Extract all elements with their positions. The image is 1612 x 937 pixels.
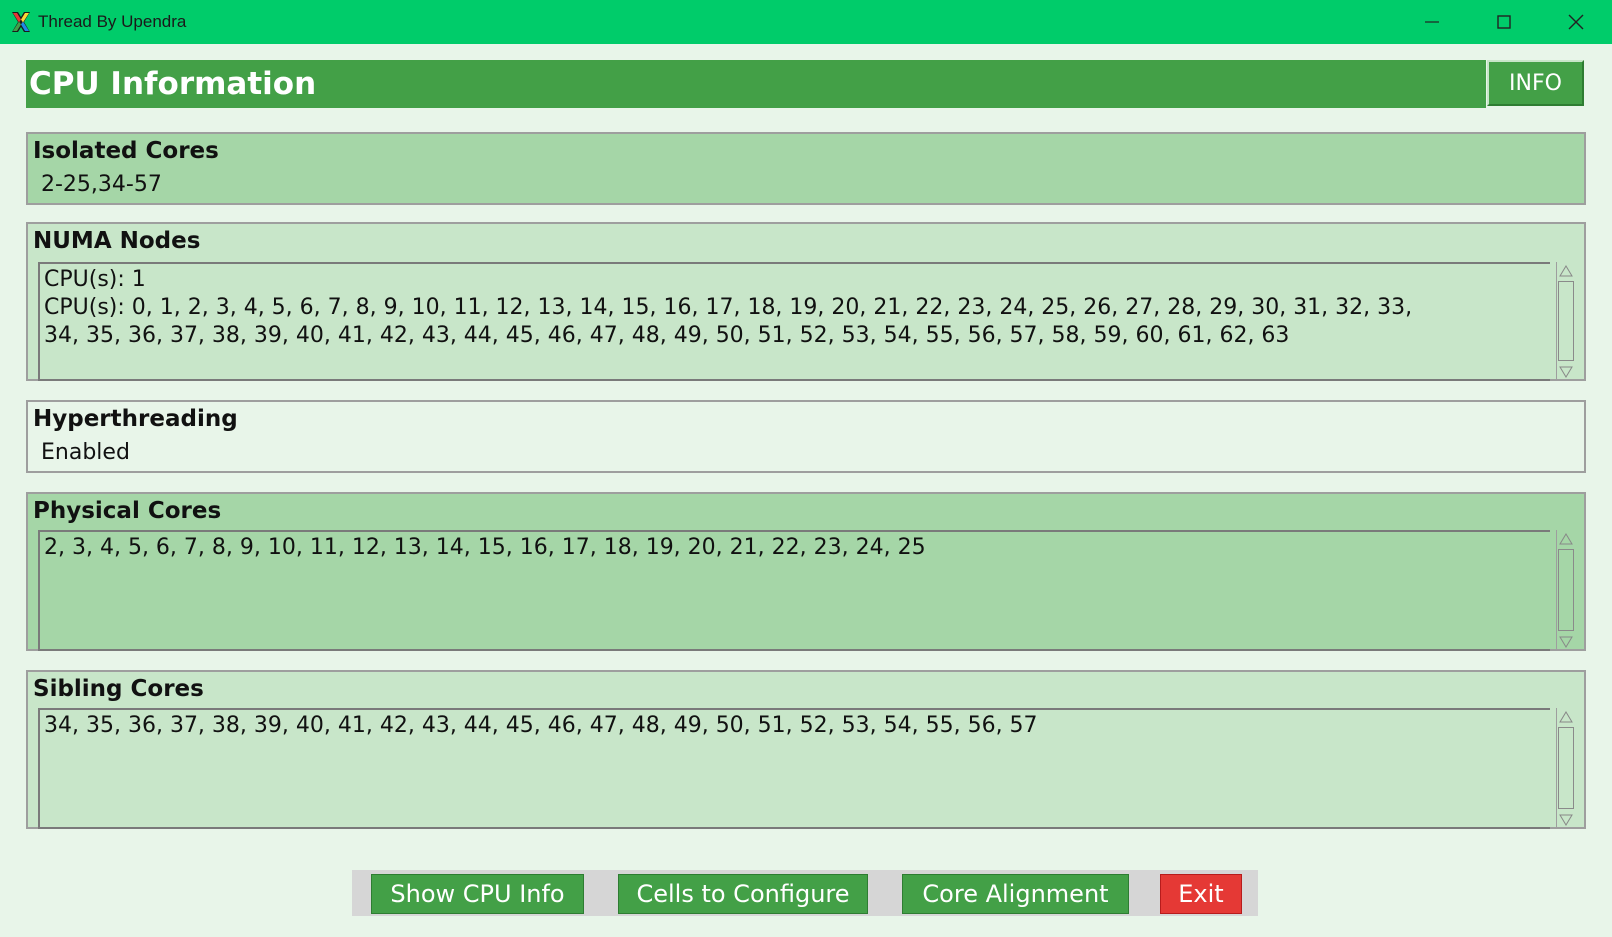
scroll-up-icon[interactable]	[1557, 708, 1575, 726]
scroll-down-icon[interactable]	[1557, 811, 1575, 829]
scroll-up-icon[interactable]	[1557, 262, 1575, 280]
physical-cores-scrollbar[interactable]	[1556, 530, 1574, 651]
isolated-cores-title: Isolated Cores	[33, 138, 219, 164]
scroll-down-icon[interactable]	[1557, 633, 1575, 651]
sibling-cores-scrollbar[interactable]	[1556, 708, 1574, 829]
sibling-cores-panel: Sibling Cores 34, 35, 36, 37, 38, 39, 40…	[26, 670, 1586, 829]
info-button[interactable]: INFO	[1487, 60, 1584, 106]
cells-to-configure-button[interactable]: Cells to Configure	[618, 874, 868, 914]
hyperthreading-value: Enabled	[41, 440, 130, 465]
minimize-icon[interactable]	[1396, 0, 1468, 44]
isolated-cores-value: 2-25,34-57	[41, 172, 162, 197]
x-app-icon	[8, 9, 34, 35]
window-content: CPU Information INFO Isolated Cores 2-25…	[0, 44, 1612, 937]
isolated-cores-panel: Isolated Cores 2-25,34-57	[26, 132, 1586, 205]
physical-cores-textbox[interactable]: 2, 3, 4, 5, 6, 7, 8, 9, 10, 11, 12, 13, …	[38, 530, 1550, 651]
numa-nodes-title: NUMA Nodes	[33, 228, 201, 254]
scroll-down-icon[interactable]	[1557, 363, 1575, 381]
page-title: CPU Information	[29, 66, 317, 102]
scroll-thumb[interactable]	[1558, 727, 1574, 809]
core-alignment-button[interactable]: Core Alignment	[902, 874, 1129, 914]
window-titlebar: Thread By Upendra	[0, 0, 1612, 44]
sibling-cores-title: Sibling Cores	[33, 676, 204, 702]
scroll-thumb[interactable]	[1558, 549, 1574, 631]
numa-nodes-scrollbar[interactable]	[1556, 262, 1574, 381]
scroll-up-icon[interactable]	[1557, 530, 1575, 548]
physical-cores-panel: Physical Cores 2, 3, 4, 5, 6, 7, 8, 9, 1…	[26, 492, 1586, 651]
window-controls	[1396, 0, 1612, 44]
show-cpu-info-button[interactable]: Show CPU Info	[371, 874, 584, 914]
header-bar: CPU Information	[26, 60, 1486, 108]
close-icon[interactable]	[1540, 0, 1612, 44]
exit-button[interactable]: Exit	[1160, 874, 1242, 914]
sibling-cores-textbox[interactable]: 34, 35, 36, 37, 38, 39, 40, 41, 42, 43, …	[38, 708, 1550, 829]
numa-nodes-textbox[interactable]: CPU(s): 1 CPU(s): 0, 1, 2, 3, 4, 5, 6, 7…	[38, 262, 1550, 381]
scroll-thumb[interactable]	[1558, 281, 1574, 361]
hyperthreading-panel: Hyperthreading Enabled	[26, 400, 1586, 473]
window-title: Thread By Upendra	[38, 12, 187, 31]
physical-cores-title: Physical Cores	[33, 498, 222, 524]
maximize-icon[interactable]	[1468, 0, 1540, 44]
hyperthreading-title: Hyperthreading	[33, 406, 238, 432]
numa-nodes-panel: NUMA Nodes CPU(s): 1 CPU(s): 0, 1, 2, 3,…	[26, 222, 1586, 381]
button-bar: Show CPU Info Cells to Configure Core Al…	[352, 870, 1258, 916]
